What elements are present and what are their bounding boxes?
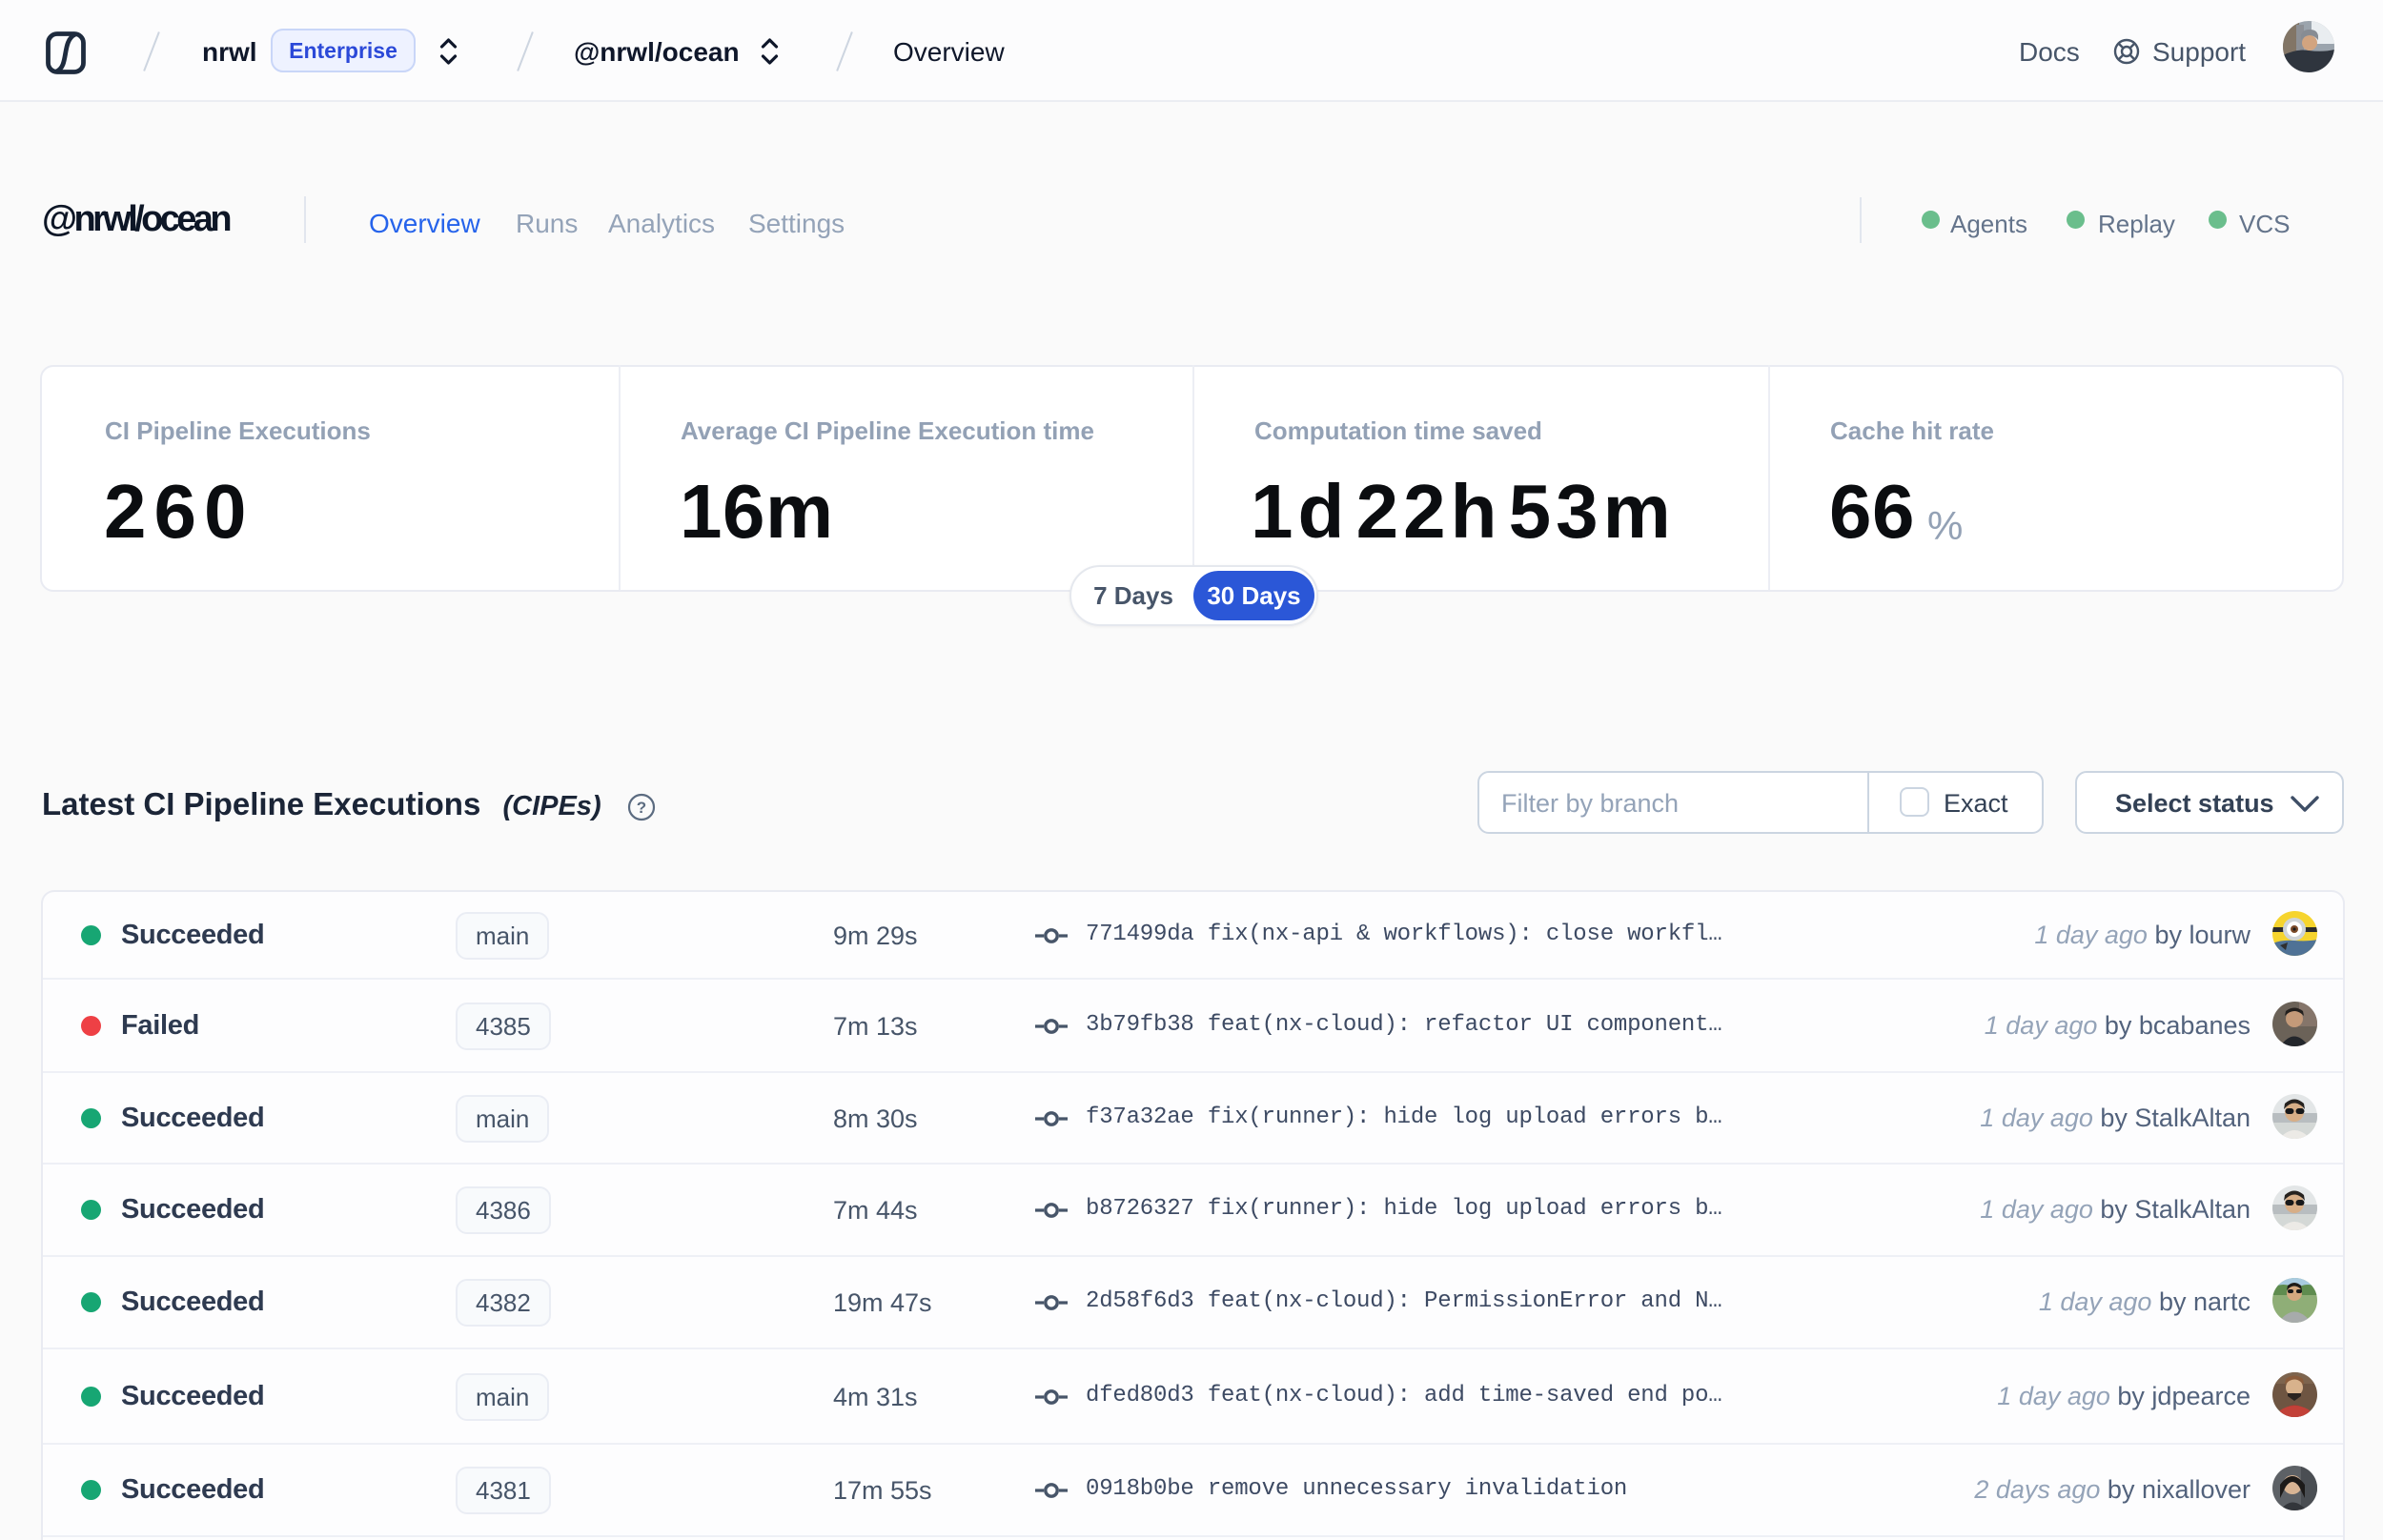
svg-text:?: ? — [637, 799, 646, 817]
